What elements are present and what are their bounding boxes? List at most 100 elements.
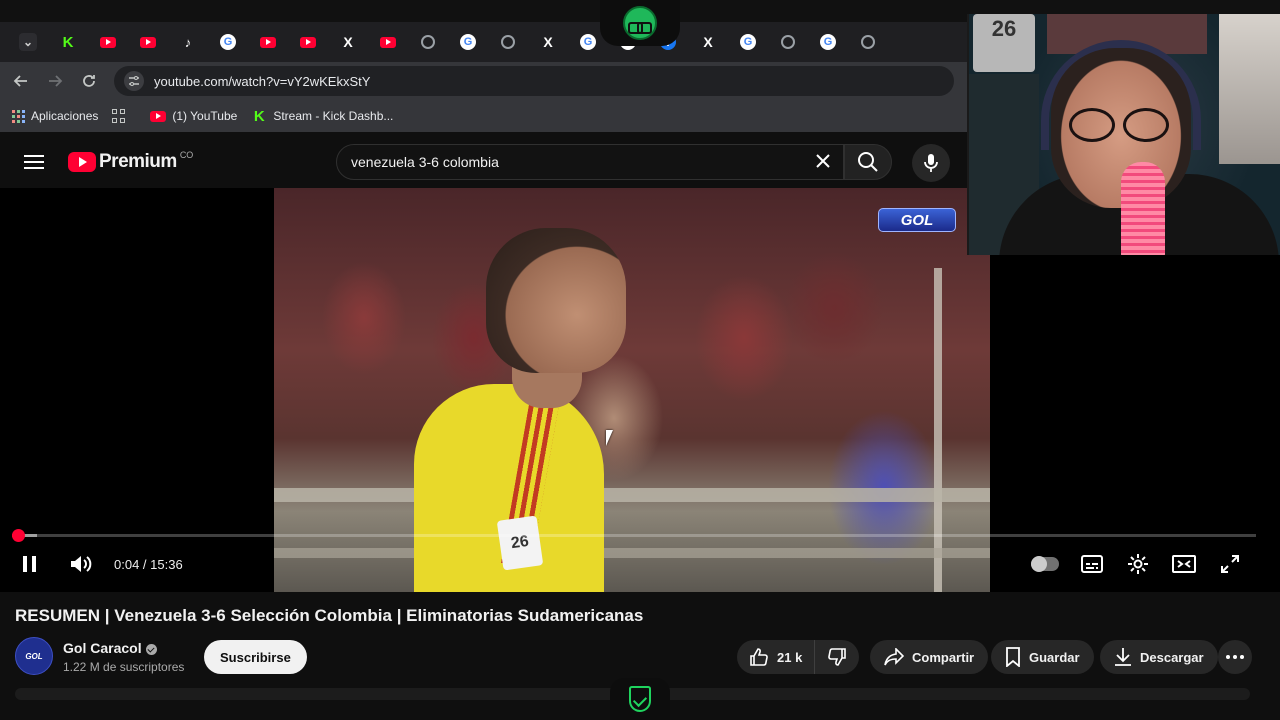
bookmarks-bar: Aplicaciones (1) YouTube K Stream - Kick…	[0, 100, 967, 132]
browser-tab[interactable]: K	[48, 22, 88, 62]
bookmark-grid[interactable]	[112, 109, 126, 123]
apps-grid-icon	[12, 109, 25, 123]
browser-tab[interactable]	[768, 22, 808, 62]
browser-tab[interactable]: G	[448, 22, 488, 62]
scrubber-handle[interactable]	[12, 529, 26, 542]
globe-icon	[421, 35, 435, 49]
arrow-left-icon	[13, 75, 27, 87]
bookmark-youtube[interactable]: (1) YouTube	[150, 109, 237, 123]
pause-button[interactable]	[18, 546, 42, 582]
browser-tab[interactable]	[408, 22, 448, 62]
browser-tab[interactable]: X	[688, 22, 728, 62]
microphone-icon	[924, 154, 938, 172]
progress-bar[interactable]	[12, 529, 1256, 542]
video-title: RESUMEN | Venezuela 3-6 Selección Colomb…	[15, 606, 644, 625]
autoplay-switch-icon	[1031, 556, 1059, 572]
youtube-premium-logo[interactable]: Premium CO	[68, 150, 193, 173]
shield-check-icon	[629, 686, 651, 712]
browser-tab[interactable]: G	[208, 22, 248, 62]
browser-tab[interactable]	[128, 22, 168, 62]
channel-avatar[interactable]: GOL	[15, 637, 53, 675]
settings-button[interactable]	[1124, 546, 1152, 582]
broadcaster-logo: GOL	[878, 208, 956, 232]
bookmark-kick[interactable]: K Stream - Kick Dashb...	[251, 107, 394, 125]
mouse-cursor-icon	[606, 430, 613, 446]
channel-name-link[interactable]: Gol Caracol	[63, 640, 157, 656]
streamer-mascot-icon	[623, 6, 657, 40]
browser-tab[interactable]	[848, 22, 888, 62]
fullscreen-button[interactable]	[1216, 546, 1244, 582]
globe-icon	[501, 35, 515, 49]
bookmark-label: Aplicaciones	[31, 109, 99, 123]
player-right-controls	[1030, 542, 1244, 586]
subtitles-icon	[1081, 555, 1103, 573]
x-icon: X	[703, 34, 713, 50]
tab-search-button[interactable]: ⌄	[8, 22, 48, 62]
browser-tab[interactable]	[248, 22, 288, 62]
browser-tab[interactable]	[368, 22, 408, 62]
browser-tab[interactable]	[288, 22, 328, 62]
browser-toolbar: youtube.com/watch?v=vY2wKEkxStY	[0, 62, 967, 100]
reload-button[interactable]	[72, 64, 106, 98]
youtube-icon	[140, 36, 156, 48]
screen: ⌄K♪GXGXGGfXGG youtube.com/watch?v=vY2wKE…	[0, 0, 1280, 720]
menu-icon[interactable]	[24, 155, 44, 169]
like-button[interactable]: 21 k	[737, 640, 816, 674]
arrow-right-icon	[49, 75, 63, 87]
bookmark-apps[interactable]: Aplicaciones	[12, 109, 98, 123]
kick-icon: K	[253, 107, 265, 125]
chevron-down-icon: ⌄	[19, 33, 37, 51]
channel-row: GOL Gol Caracol 1.22 M de suscriptores S…	[15, 637, 1265, 677]
subtitles-button[interactable]	[1078, 546, 1106, 582]
youtube-icon	[100, 36, 116, 48]
logo-text: Premium	[99, 151, 177, 172]
like-dislike-group: 21 k	[737, 640, 860, 674]
browser-tab[interactable]	[488, 22, 528, 62]
browser-tab[interactable]: ♪	[168, 22, 208, 62]
bookmark-label: (1) YouTube	[172, 109, 238, 123]
back-button[interactable]	[4, 64, 38, 98]
search-button[interactable]	[844, 144, 892, 180]
theater-mode-button[interactable]	[1170, 546, 1198, 582]
search-input[interactable]: venezuela 3-6 colombia	[336, 144, 844, 180]
browser-tab[interactable]: X	[328, 22, 368, 62]
more-horizontal-icon	[1226, 655, 1244, 659]
subscribe-button[interactable]: Suscribirse	[204, 640, 307, 674]
video-frame[interactable]: 26 GOL	[274, 188, 990, 592]
download-button[interactable]: Descargar	[1100, 640, 1218, 674]
more-actions-button[interactable]	[1218, 640, 1252, 674]
browser-tab[interactable]	[88, 22, 128, 62]
save-label: Guardar	[1029, 649, 1080, 665]
browser-tab[interactable]: G	[728, 22, 768, 62]
search-icon	[858, 152, 878, 172]
kick-icon: K	[62, 33, 74, 51]
like-count: 21 k	[777, 649, 803, 665]
save-button[interactable]: Guardar	[991, 640, 1094, 674]
site-settings-icon[interactable]	[124, 71, 144, 91]
x-icon: X	[343, 34, 353, 50]
bookmark-label: Stream - Kick Dashb...	[273, 109, 394, 123]
youtube-icon	[380, 36, 396, 48]
clear-search-icon[interactable]	[803, 149, 843, 175]
google-icon: G	[740, 34, 756, 50]
download-label: Descargar	[1140, 649, 1204, 665]
youtube-icon	[300, 36, 316, 48]
address-bar[interactable]: youtube.com/watch?v=vY2wKEkxStY	[114, 66, 954, 96]
volume-icon	[71, 556, 92, 572]
voice-search-button[interactable]	[912, 144, 950, 182]
share-label: Compartir	[912, 649, 975, 665]
url-text: youtube.com/watch?v=vY2wKEkxStY	[154, 73, 371, 89]
forward-button[interactable]	[38, 64, 72, 98]
volume-button[interactable]	[68, 546, 94, 582]
google-icon: G	[580, 34, 596, 50]
google-icon: G	[220, 34, 236, 50]
dislike-button[interactable]	[815, 640, 859, 674]
microphone-foam	[1121, 162, 1165, 255]
share-button[interactable]: Compartir	[870, 640, 989, 674]
browser-tab[interactable]: X	[528, 22, 568, 62]
glasses-icon	[1069, 108, 1169, 142]
time-display: 0:04 / 15:36	[114, 556, 183, 572]
browser-tab[interactable]: G	[808, 22, 848, 62]
autoplay-toggle[interactable]	[1030, 546, 1060, 582]
expand-icon	[1221, 555, 1239, 573]
